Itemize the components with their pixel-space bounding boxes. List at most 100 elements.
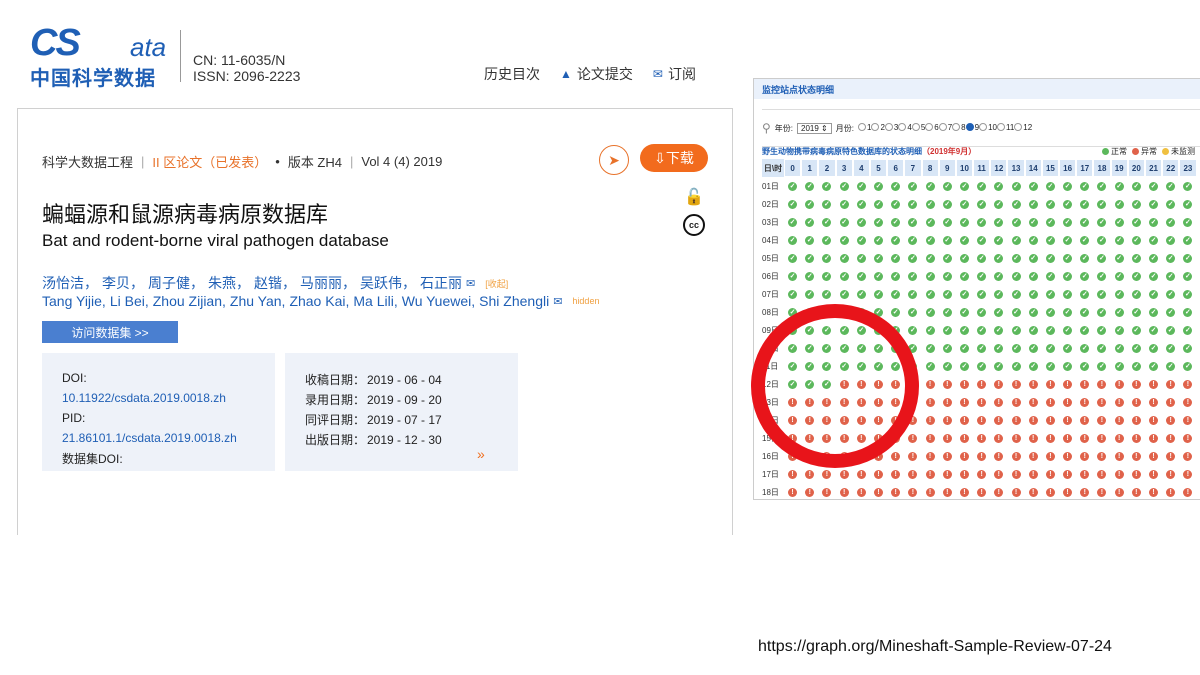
status-cell[interactable]: ✓	[1179, 177, 1196, 195]
status-cell[interactable]: ✓	[1076, 231, 1093, 249]
status-cell[interactable]: ✓	[990, 339, 1007, 357]
status-cell[interactable]: !	[1111, 483, 1128, 499]
email-icon[interactable]: ✉	[466, 277, 475, 290]
creative-commons-icon[interactable]: cc	[683, 214, 705, 236]
status-cell[interactable]: !	[1007, 375, 1024, 393]
status-cell[interactable]: ✓	[1025, 249, 1042, 267]
status-cell[interactable]: ✓	[1162, 285, 1179, 303]
status-cell[interactable]: ✓	[836, 177, 853, 195]
status-cell[interactable]: !	[956, 411, 973, 429]
status-cell[interactable]: !	[784, 465, 801, 483]
status-cell[interactable]: ✓	[1076, 357, 1093, 375]
status-cell[interactable]: ✓	[1111, 339, 1128, 357]
status-cell[interactable]: ✓	[887, 231, 904, 249]
status-cell[interactable]: ✓	[1162, 249, 1179, 267]
status-cell[interactable]: !	[1093, 375, 1110, 393]
status-cell[interactable]: ✓	[956, 357, 973, 375]
status-cell[interactable]: ✓	[1076, 195, 1093, 213]
status-cell[interactable]: ✓	[1111, 285, 1128, 303]
status-cell[interactable]: ✓	[1042, 303, 1059, 321]
status-cell[interactable]: !	[973, 411, 990, 429]
status-cell[interactable]: ✓	[801, 195, 818, 213]
status-cell[interactable]: ✓	[939, 267, 956, 285]
status-cell[interactable]: !	[870, 483, 887, 499]
status-cell[interactable]: ✓	[990, 231, 1007, 249]
visit-dataset-button[interactable]: 访问数据集 >>	[42, 321, 178, 343]
status-cell[interactable]: !	[990, 483, 1007, 499]
status-cell[interactable]: ✓	[956, 303, 973, 321]
status-cell[interactable]: ✓	[939, 195, 956, 213]
status-cell[interactable]: ✓	[1093, 195, 1110, 213]
status-cell[interactable]: !	[1093, 429, 1110, 447]
status-cell[interactable]: ✓	[1111, 213, 1128, 231]
status-cell[interactable]: ✓	[990, 357, 1007, 375]
nav-submit[interactable]: ▲ 论文提交	[560, 64, 633, 84]
status-cell[interactable]: !	[973, 447, 990, 465]
status-cell[interactable]: ✓	[1042, 231, 1059, 249]
status-cell[interactable]: !	[922, 447, 939, 465]
status-cell[interactable]: !	[1059, 483, 1076, 499]
status-cell[interactable]: !	[1128, 393, 1145, 411]
status-cell[interactable]: !	[1111, 411, 1128, 429]
status-cell[interactable]: ✓	[870, 231, 887, 249]
pid-link[interactable]: 21.86101.1/csdata.2019.0018.zh	[62, 431, 237, 445]
status-cell[interactable]: ✓	[1111, 177, 1128, 195]
status-cell[interactable]: ✓	[1076, 249, 1093, 267]
status-cell[interactable]: ✓	[1042, 213, 1059, 231]
status-cell[interactable]: ✓	[870, 213, 887, 231]
status-cell[interactable]: !	[887, 465, 904, 483]
status-cell[interactable]: !	[1007, 411, 1024, 429]
status-cell[interactable]: ✓	[1145, 339, 1162, 357]
status-cell[interactable]: ✓	[836, 249, 853, 267]
author-link[interactable]: 朱燕，	[208, 273, 250, 293]
month-radio[interactable]: 9	[965, 123, 979, 132]
status-cell[interactable]: ✓	[939, 285, 956, 303]
expand-chevron-icon[interactable]: »	[477, 446, 485, 462]
status-cell[interactable]: ✓	[1076, 285, 1093, 303]
nav-subscribe[interactable]: ✉ 订阅	[653, 64, 696, 84]
status-cell[interactable]: !	[1162, 393, 1179, 411]
status-cell[interactable]: ✓	[1128, 195, 1145, 213]
status-cell[interactable]: ✓	[1162, 177, 1179, 195]
author-link[interactable]: 周子健，	[148, 273, 204, 293]
status-cell[interactable]: ✓	[1076, 321, 1093, 339]
status-cell[interactable]: ✓	[1042, 285, 1059, 303]
status-cell[interactable]: !	[1111, 375, 1128, 393]
status-cell[interactable]: ✓	[1162, 339, 1179, 357]
status-cell[interactable]: !	[1128, 483, 1145, 499]
status-cell[interactable]: ✓	[1111, 267, 1128, 285]
author-link[interactable]: Zhu Yan,	[230, 293, 286, 309]
status-cell[interactable]: ✓	[904, 267, 921, 285]
status-cell[interactable]: ✓	[818, 231, 835, 249]
status-cell[interactable]: ✓	[887, 267, 904, 285]
status-cell[interactable]: ✓	[1145, 357, 1162, 375]
status-cell[interactable]: ✓	[1111, 321, 1128, 339]
status-cell[interactable]: ✓	[990, 213, 1007, 231]
status-cell[interactable]: !	[973, 483, 990, 499]
status-cell[interactable]: ✓	[973, 249, 990, 267]
status-cell[interactable]: ✓	[939, 321, 956, 339]
status-cell[interactable]: ✓	[1093, 213, 1110, 231]
status-cell[interactable]: ✓	[1025, 285, 1042, 303]
status-cell[interactable]: ✓	[836, 285, 853, 303]
status-cell[interactable]: ✓	[1025, 195, 1042, 213]
month-radio[interactable]: 10	[979, 123, 997, 132]
status-cell[interactable]: !	[1162, 465, 1179, 483]
status-cell[interactable]: ✓	[973, 213, 990, 231]
status-cell[interactable]: ✓	[853, 285, 870, 303]
status-cell[interactable]: ✓	[1076, 303, 1093, 321]
author-link[interactable]: 马丽丽，	[300, 273, 356, 293]
status-cell[interactable]: ✓	[990, 267, 1007, 285]
status-cell[interactable]: !	[1093, 447, 1110, 465]
author-link[interactable]: Zhou Zijian,	[153, 293, 226, 309]
status-cell[interactable]: ✓	[973, 303, 990, 321]
status-cell[interactable]: ✓	[1025, 303, 1042, 321]
month-radio[interactable]: 3	[884, 123, 898, 132]
status-cell[interactable]: !	[956, 447, 973, 465]
status-cell[interactable]: ✓	[1162, 303, 1179, 321]
status-cell[interactable]: ✓	[887, 195, 904, 213]
status-cell[interactable]: ✓	[1128, 285, 1145, 303]
status-cell[interactable]: ✓	[922, 303, 939, 321]
status-cell[interactable]: ✓	[1007, 177, 1024, 195]
status-cell[interactable]: ✓	[784, 249, 801, 267]
